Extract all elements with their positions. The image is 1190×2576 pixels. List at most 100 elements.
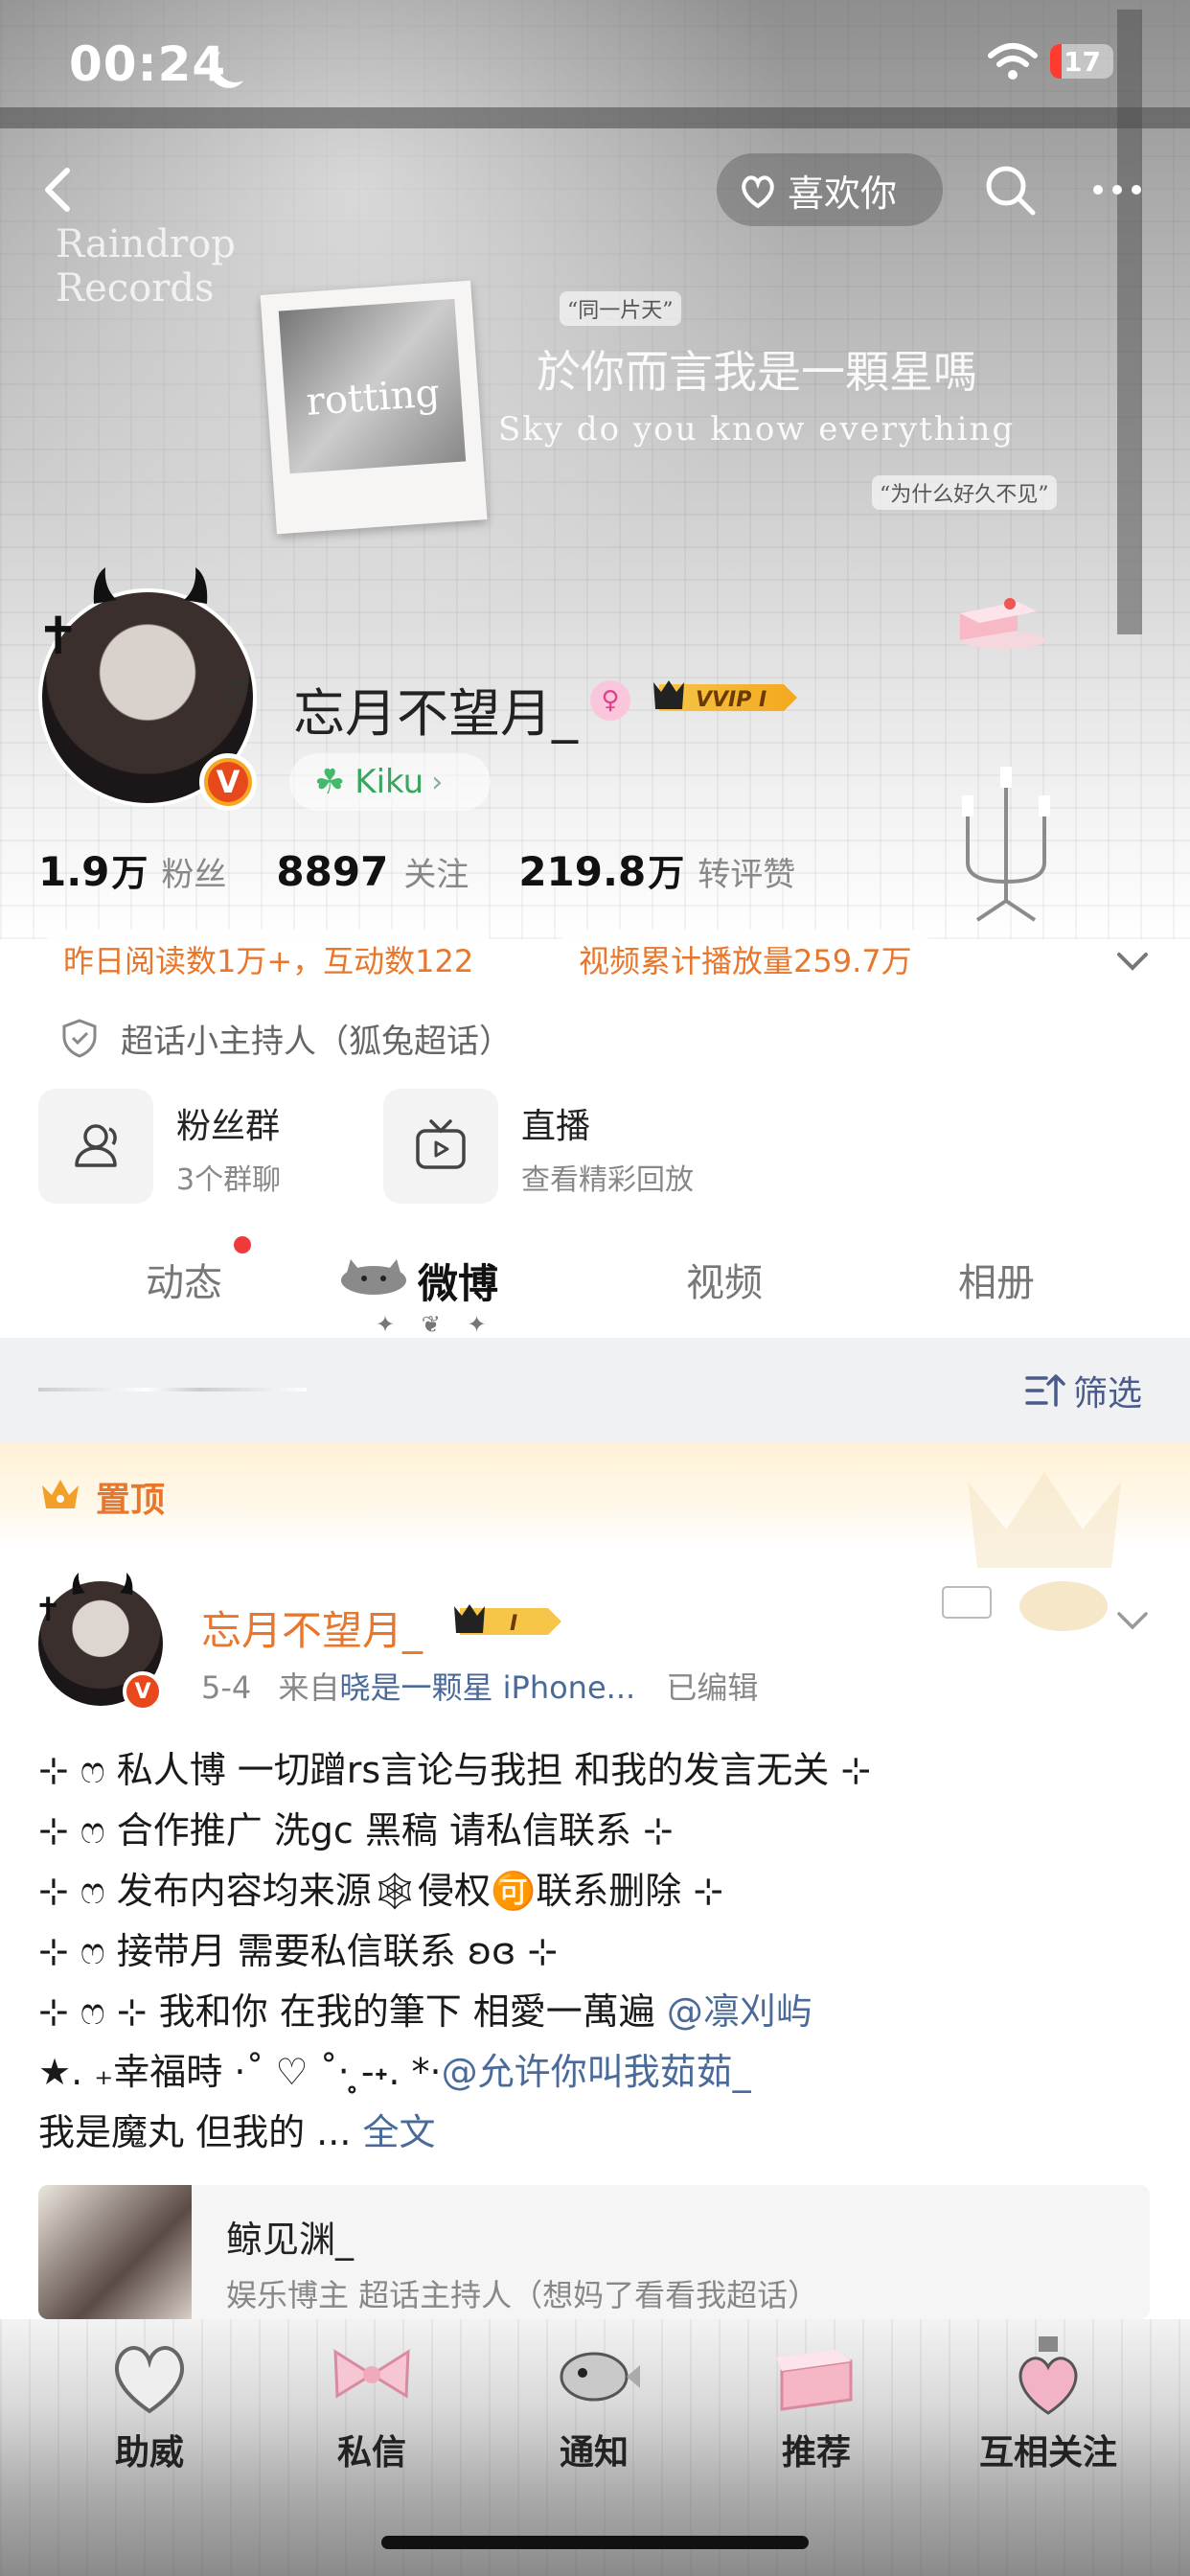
filter-decoration (38, 1388, 307, 1392)
post-line-text: ⊹ ෆ ⊹ 我和你 在我的筆下 相愛一萬遍 (38, 1990, 667, 2033)
wifi-icon (988, 43, 1038, 80)
clover-icon: ☘ (314, 762, 346, 802)
status-bar: 00:24 17 (0, 0, 1190, 134)
cat-sticker-icon (341, 1259, 406, 1295)
post-line-text: ⊹ ෆ 私人博 一切蹭rs言论与我担 和我的发言无关 ⊹ (38, 1749, 872, 1791)
post-body[interactable]: ⊹ ෆ 私人博 一切蹭rs言论与我担 和我的发言无关 ⊹ ⊹ ෆ 合作推广 洗g… (38, 1740, 1159, 2163)
bottom-nav-label: 推荐 (781, 2433, 851, 2472)
banner-quote-1: “同一片天” (560, 291, 681, 326)
bottom-nav-label: 私信 (336, 2433, 406, 2472)
post-from-prefix: 来自 (278, 1669, 340, 1706)
stat-label: 关注 (403, 856, 469, 894)
perfume-bottle-icon (1018, 2336, 1078, 2415)
tab-ornament: ✦ ❦ ✦ (376, 1311, 496, 1338)
filter-bar: 筛选 (0, 1338, 1190, 1443)
stat-following[interactable]: 8897 关注 (276, 848, 469, 895)
tab-video[interactable]: 视频 (686, 1252, 763, 1307)
heart-outline-icon: ♡ (217, 674, 249, 714)
shared-user-card[interactable]: 鲸见渊_ 娱乐博主 超话主持人（想妈了看看我超话） (38, 2185, 1150, 2319)
stat-label: 粉丝 (161, 856, 227, 894)
tab-dynamic[interactable]: 动态 (146, 1252, 222, 1307)
profile-tabs: 动态 微博 ✦ ❦ ✦ 视频 相册 (0, 1227, 1190, 1338)
heart-bag-icon (742, 175, 774, 209)
vip-badge: I (454, 1604, 561, 1636)
verified-v-letter: V (216, 764, 240, 800)
female-gender-icon: ♀ (590, 680, 630, 721)
banner-quote-2: “为什么好久不见” (872, 475, 1057, 510)
feature-subtitle: 3个群聊 (176, 1163, 282, 1197)
cake-icon (776, 2350, 853, 2411)
heart-lace-icon (115, 2346, 184, 2414)
sort-filter-icon (1025, 1374, 1065, 1407)
banner-title-en: Sky do you know everything (498, 410, 1016, 448)
tab-album[interactable]: 相册 (958, 1252, 1035, 1307)
host-label: 超话小主持人（狐兔超话） (121, 1022, 512, 1061)
devil-horns-icon (93, 567, 208, 604)
post-meta: 5-4 来自晓是一颗星 iPhone... 已编辑 (201, 1664, 758, 1708)
more-options-icon[interactable] (1088, 161, 1146, 218)
super-topic-host[interactable]: 超话小主持人（狐兔超话） (59, 1014, 512, 1062)
kiku-label: Kiku (355, 763, 424, 801)
crown-icon (42, 1480, 79, 1508)
tv-icon (416, 1119, 466, 1169)
post-date: 5-4 (201, 1669, 252, 1706)
cross-icon: ✝ (36, 606, 80, 666)
reading-stats-pill[interactable]: 昨日阅读数1万+，互动数122 (38, 930, 499, 989)
post-line: ⊹ ෆ 私人博 一切蹭rs言论与我担 和我的发言无关 ⊹ (38, 1740, 1159, 1801)
profile-username: 忘月不望月_ (293, 683, 578, 744)
stat-followers[interactable]: 1.9 万 粉丝 (38, 843, 226, 896)
full-text-link[interactable]: 全文 (363, 2111, 436, 2153)
fish-charm-icon (560, 2352, 640, 2402)
vvip-badge[interactable]: VVIP I (650, 677, 801, 719)
users-icon-wrap (38, 1089, 153, 1204)
post-line-text: ★. ₊幸福時 ·˚ ♡ ˚‧ ̥-˖. *· (38, 2051, 442, 2093)
bottom-nav-cheer[interactable]: 助威 (73, 2333, 226, 2476)
shared-user-thumbnail (38, 2185, 192, 2319)
battery-indicator: 17 (1050, 44, 1113, 79)
bow-icon (333, 2349, 410, 2399)
back-arrow-icon[interactable] (31, 161, 88, 218)
post-line: ⊹ ෆ 发布内容均来源🕸侵权🉑联系删除 ⊹ (38, 1861, 1159, 1921)
vip-level: I (510, 1612, 517, 1636)
devil-horns-icon (72, 1573, 133, 1595)
mention-link[interactable]: @凛刈屿 (667, 1990, 812, 2033)
banner-title-cn: 於你而言我是一顆星嗎 (537, 346, 977, 398)
bottom-nav-messages[interactable]: 私信 (295, 2333, 448, 2476)
tab-weibo[interactable]: 微博 (418, 1252, 498, 1310)
tv-icon-wrap (383, 1089, 498, 1204)
chevron-down-icon[interactable] (1113, 1600, 1152, 1639)
filter-label: 筛选 (1073, 1374, 1143, 1414)
chevron-right-icon: › (431, 765, 444, 799)
post-line-text: ⊹ ෆ 接带月 需要私信联系 ʚɞ ⊹ (38, 1930, 559, 1972)
fan-group-kiku-pill[interactable]: ☘ Kiku › (289, 753, 491, 811)
like-you-button[interactable]: 喜欢你 (717, 153, 943, 226)
bottom-nav-label: 助威 (114, 2433, 184, 2472)
stat-unit: 万 (111, 852, 149, 894)
chevron-down-icon[interactable] (1111, 939, 1154, 981)
stat-interactions[interactable]: 219.8 万 转评赞 (518, 843, 795, 896)
post-line-text: ⊹ ෆ 发布内容均来源🕸侵权🉑联系删除 ⊹ (38, 1870, 724, 1912)
search-icon[interactable] (981, 161, 1039, 218)
notification-dot (234, 1236, 251, 1254)
top-nav: 喜欢你 (0, 144, 1190, 240)
home-indicator[interactable] (381, 2536, 809, 2549)
post-line: ⊹ ෆ ⊹ 我和你 在我的筆下 相愛一萬遍 @凛刈屿 (38, 1982, 1159, 2042)
profile-stats: 1.9 万 粉丝 8897 关注 219.8 万 转评赞 (38, 843, 845, 901)
post-line: 我是魔丸 但我的 ... 全文 (38, 2103, 1159, 2163)
stat-number: 8897 (276, 848, 389, 895)
mention-link[interactable]: @允许你叫我茹茹_ (442, 2051, 751, 2093)
candelabra-sticker-icon (962, 767, 1050, 922)
bottom-nav-notifications[interactable]: 通知 (517, 2333, 671, 2476)
pinned-label: 置顶 (96, 1481, 166, 1520)
verified-v-badge: V (199, 753, 257, 811)
bottom-nav-mutual-follow[interactable]: 互相关注 (962, 2333, 1134, 2476)
stat-number: 1.9 (38, 848, 110, 895)
post-source[interactable]: 晓是一颗星 iPhone... (339, 1669, 635, 1706)
feature-subtitle: 查看精彩回放 (521, 1163, 694, 1197)
post-author-name[interactable]: 忘月不望月_ (201, 1598, 423, 1657)
feature-title: 粉丝群 (176, 1107, 281, 1146)
bottom-nav-recommend[interactable]: 推荐 (740, 2333, 893, 2476)
stat-unit: 万 (648, 852, 685, 894)
filter-button[interactable]: 筛选 (1025, 1367, 1142, 1414)
video-plays-pill[interactable]: 视频累计播放量259.7万 (554, 930, 937, 989)
